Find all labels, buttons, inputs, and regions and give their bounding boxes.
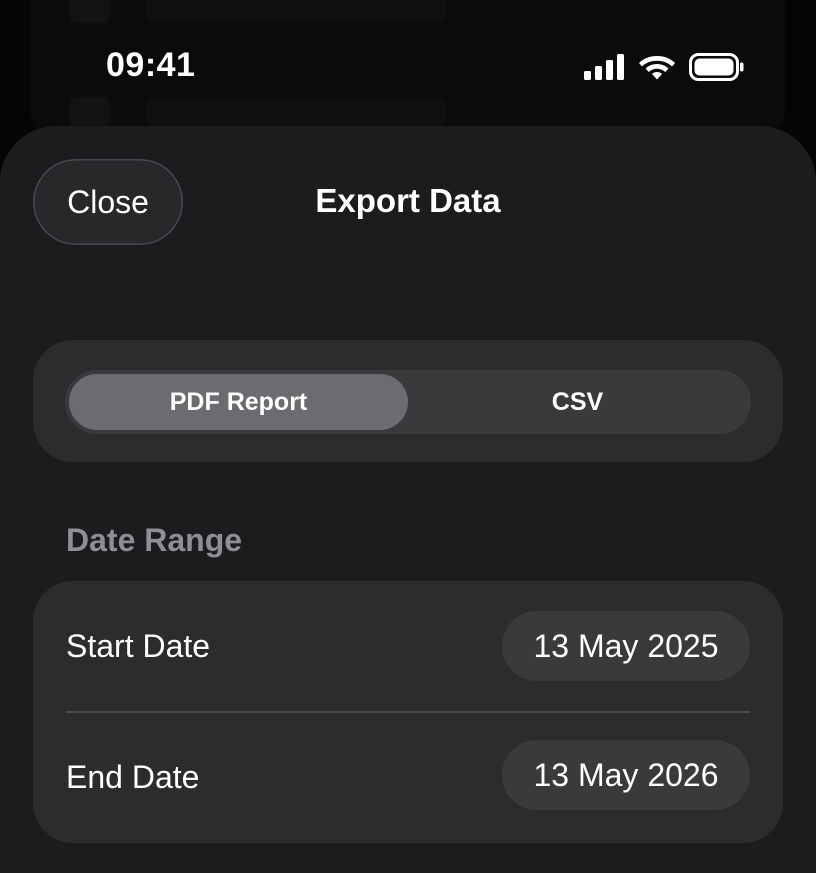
format-card: PDF Report CSV — [33, 340, 783, 462]
start-date-row: Start Date 13 May 2025 — [33, 581, 783, 711]
end-date-label: End Date — [66, 758, 200, 795]
start-date-picker[interactable]: 13 May 2025 — [502, 611, 750, 681]
cellular-signal-icon — [584, 54, 624, 80]
segment-pdf-report[interactable]: PDF Report — [69, 374, 408, 430]
date-range-header: Date Range — [66, 522, 243, 558]
screen: 09:41 Close Export Data PDF Report CSV D… — [0, 0, 816, 873]
status-time: 09:41 — [106, 46, 196, 84]
export-sheet: Close Export Data PDF Report CSV Date Ra… — [0, 126, 816, 873]
end-date-picker[interactable]: 13 May 2026 — [502, 740, 750, 810]
segment-csv[interactable]: CSV — [408, 374, 747, 430]
start-date-label: Start Date — [66, 627, 211, 664]
wifi-icon — [639, 56, 675, 80]
end-date-row: End Date 13 May 2026 — [33, 712, 783, 842]
status-bar: 09:41 — [0, 0, 816, 120]
date-range-card: Start Date 13 May 2025 End Date 13 May 2… — [33, 581, 783, 843]
format-segmented-control: PDF Report CSV — [65, 370, 751, 434]
battery-icon — [689, 53, 744, 81]
sheet-title: Export Data — [315, 182, 501, 219]
